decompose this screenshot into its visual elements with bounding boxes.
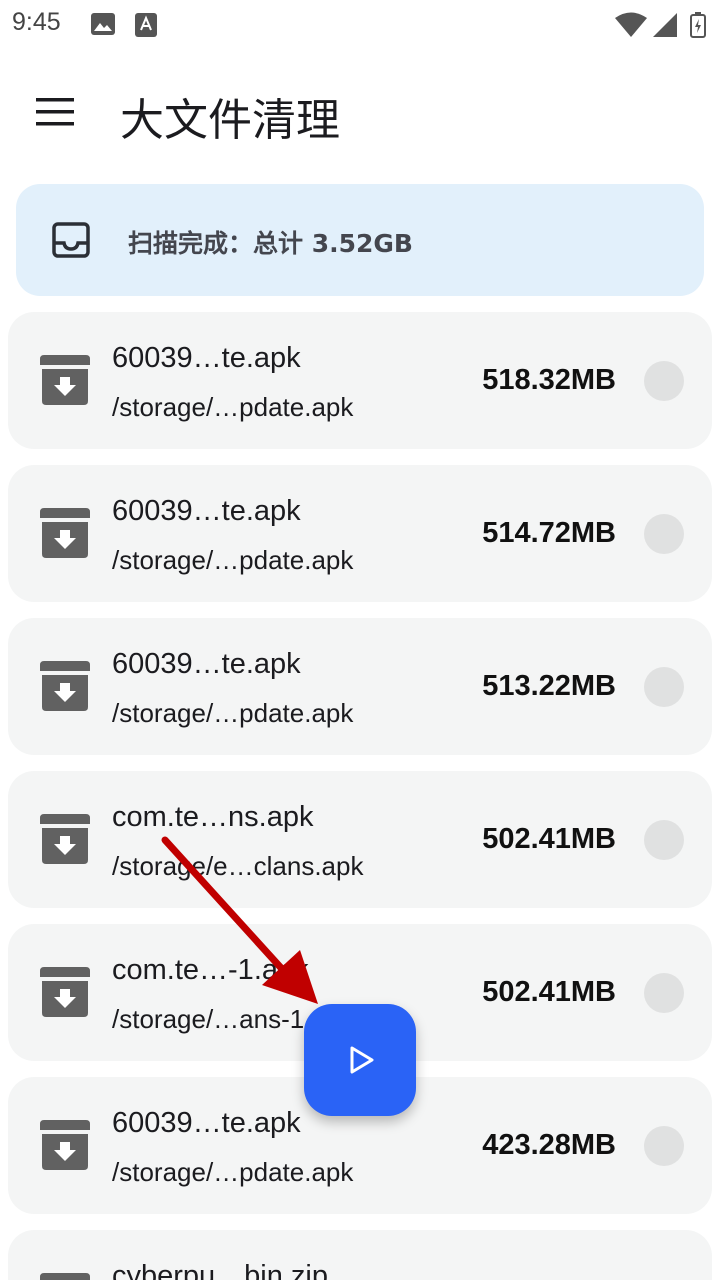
start-clean-fab[interactable] (304, 1004, 416, 1116)
file-size: 514.72MB (482, 517, 616, 549)
file-item[interactable]: 60039…te.apk /storage/…pdate.apk 513.22M… (8, 618, 712, 755)
file-item[interactable]: cyberpu…bin.zip (8, 1230, 712, 1280)
select-radio[interactable] (644, 361, 684, 401)
app-bar: 大文件清理 (0, 60, 720, 170)
page-title: 大文件清理 (120, 95, 340, 146)
archive-download-icon (40, 814, 90, 868)
scan-summary-text: 扫描完成：总计 3.52GB (128, 229, 413, 258)
file-item[interactable]: 60039…te.apk /storage/…pdate.apk 518.32M… (8, 312, 712, 449)
keyboard-app-icon (134, 12, 158, 42)
file-path: /storage/…pdate.apk (112, 545, 354, 575)
battery-icon (690, 12, 706, 42)
play-icon (350, 1046, 374, 1074)
archive-download-icon (40, 661, 90, 715)
select-radio[interactable] (644, 1126, 684, 1166)
inbox-icon (52, 222, 90, 262)
file-name: 60039…te.apk (112, 495, 301, 527)
status-time: 9:45 (12, 8, 61, 36)
select-radio[interactable] (644, 973, 684, 1013)
file-name: 60039…te.apk (112, 648, 301, 680)
gallery-icon (90, 12, 116, 40)
file-name: com.te…-1.apk (112, 954, 309, 986)
file-item[interactable]: com.te…ns.apk /storage/e…clans.apk 502.4… (8, 771, 712, 908)
signal-icon (652, 12, 678, 42)
file-item[interactable]: 60039…te.apk /storage/…pdate.apk 514.72M… (8, 465, 712, 602)
file-path: /storage/e…clans.apk (112, 851, 364, 881)
file-size: 423.28MB (482, 1129, 616, 1161)
menu-icon (36, 98, 74, 126)
archive-download-icon (40, 355, 90, 409)
file-path: /storage/…pdate.apk (112, 1157, 354, 1187)
file-name: 60039…te.apk (112, 342, 301, 374)
file-name: 60039…te.apk (112, 1107, 301, 1139)
select-radio[interactable] (644, 820, 684, 860)
select-radio[interactable] (644, 514, 684, 554)
scan-summary-card: 扫描完成：总计 3.52GB (16, 184, 704, 296)
menu-button[interactable] (28, 90, 84, 136)
file-name: com.te…ns.apk (112, 801, 314, 833)
file-path: /storage/…pdate.apk (112, 392, 354, 422)
archive-download-icon (40, 508, 90, 562)
file-size: 502.41MB (482, 976, 616, 1008)
archive-download-icon (40, 1120, 90, 1174)
wifi-icon (614, 12, 648, 42)
status-bar: 9:45 (0, 0, 720, 50)
archive-download-icon (40, 1273, 90, 1280)
file-path: /storage/…pdate.apk (112, 698, 354, 728)
select-radio[interactable] (644, 667, 684, 707)
file-size: 513.22MB (482, 670, 616, 702)
file-size: 518.32MB (482, 364, 616, 396)
archive-download-icon (40, 967, 90, 1021)
file-size: 502.41MB (482, 823, 616, 855)
file-name: cyberpu…bin.zip (112, 1260, 328, 1280)
